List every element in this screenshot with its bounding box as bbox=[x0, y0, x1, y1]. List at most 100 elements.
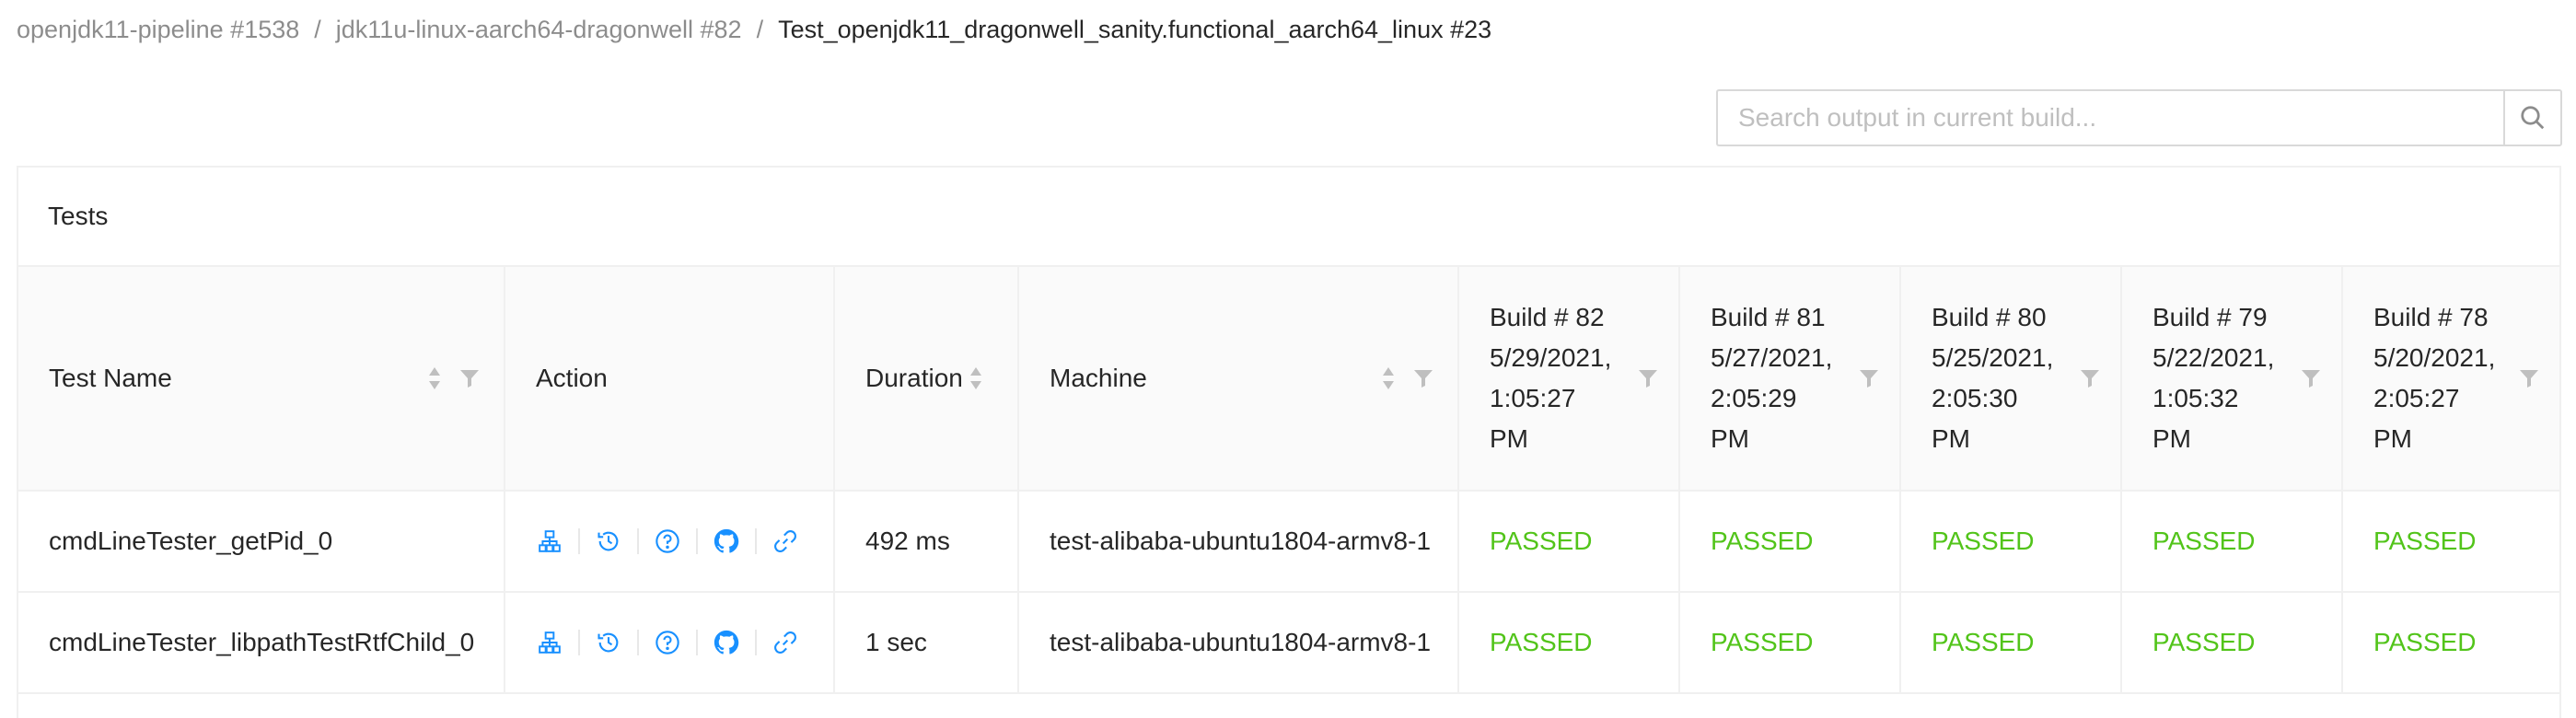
divider bbox=[637, 528, 639, 554]
filter-icon[interactable] bbox=[1412, 367, 1434, 389]
build-time: 2:05:30 bbox=[1932, 384, 2018, 412]
sort-icon[interactable] bbox=[1381, 365, 1396, 391]
divider bbox=[755, 630, 757, 655]
tests-card: Tests Test Name Action Duration Machine … bbox=[17, 166, 2561, 718]
breadcrumb-separator: / bbox=[314, 16, 321, 43]
build-time: 2:05:27 bbox=[2373, 384, 2460, 412]
breadcrumb: openjdk11-pipeline #1538 / jdk11u-linux-aa… bbox=[17, 13, 1491, 46]
result-status[interactable]: PASSED bbox=[1681, 628, 1898, 657]
duration-cell: 492 ms bbox=[865, 527, 950, 555]
breadcrumb-pipeline-link[interactable]: openjdk11-pipeline #1538 bbox=[17, 16, 299, 43]
build-number: Build # 80 bbox=[1932, 303, 2047, 331]
column-header-build-80: Build # 80 5/25/2021, 2:05:30 PM bbox=[1899, 267, 2121, 492]
column-title: Test Name bbox=[49, 364, 172, 392]
filter-icon[interactable] bbox=[458, 367, 481, 389]
filter-icon[interactable] bbox=[1637, 367, 1659, 389]
column-header-machine: Machine bbox=[1017, 267, 1458, 492]
sort-icon[interactable] bbox=[969, 365, 983, 391]
column-header-build-82: Build # 82 5/29/2021, 1:05:27 PM bbox=[1457, 267, 1679, 492]
divider bbox=[637, 630, 639, 655]
filter-icon[interactable] bbox=[2518, 367, 2540, 389]
breadcrumb-build-link[interactable]: jdk11u-linux-aarch64-dragonwell #82 bbox=[336, 16, 742, 43]
duration-cell: 1 sec bbox=[865, 628, 927, 656]
column-header-action: Action bbox=[504, 267, 834, 492]
build-number: Build # 82 bbox=[1490, 303, 1605, 331]
breadcrumb-current: Test_openjdk11_dragonwell_sanity.functio… bbox=[778, 16, 1492, 43]
result-status[interactable]: PASSED bbox=[1902, 628, 2119, 657]
divider bbox=[578, 528, 580, 554]
column-title: Duration bbox=[865, 364, 963, 392]
divider bbox=[696, 630, 698, 655]
build-date: 5/25/2021, bbox=[1932, 343, 2054, 372]
filter-icon[interactable] bbox=[2079, 367, 2101, 389]
divider bbox=[578, 630, 580, 655]
column-title: Machine bbox=[1050, 364, 1147, 392]
history-icon[interactable] bbox=[593, 526, 624, 557]
build-number: Build # 81 bbox=[1711, 303, 1826, 331]
test-name-cell: cmdLineTester_libpathTestRtfChild_0 bbox=[49, 628, 475, 656]
search-icon bbox=[2521, 106, 2545, 130]
github-icon[interactable] bbox=[711, 627, 742, 658]
result-status[interactable]: PASSED bbox=[2344, 527, 2559, 556]
breadcrumb-separator: / bbox=[756, 16, 764, 43]
tree-icon[interactable] bbox=[534, 526, 565, 557]
search-input[interactable] bbox=[1716, 89, 2503, 146]
column-header-duration: Duration bbox=[833, 267, 1018, 492]
link-icon[interactable] bbox=[770, 627, 801, 658]
result-status[interactable]: PASSED bbox=[2123, 527, 2340, 556]
tests-table: Test Name Action Duration Machine Build … bbox=[18, 267, 2559, 694]
column-header-build-78: Build # 78 5/20/2021, 2:05:27 PM bbox=[2341, 267, 2559, 492]
build-date: 5/20/2021, bbox=[2373, 343, 2496, 372]
column-header-build-81: Build # 81 5/27/2021, 2:05:29 PM bbox=[1678, 267, 1900, 492]
result-status[interactable]: PASSED bbox=[1460, 527, 1677, 556]
build-number: Build # 78 bbox=[2373, 303, 2489, 331]
result-status[interactable]: PASSED bbox=[2123, 628, 2340, 657]
result-status[interactable]: PASSED bbox=[2344, 628, 2559, 657]
result-status[interactable]: PASSED bbox=[1681, 527, 1898, 556]
build-ampm: PM bbox=[2373, 424, 2412, 453]
table-header-row: Test Name Action Duration Machine Build … bbox=[18, 267, 2559, 492]
github-icon[interactable] bbox=[711, 526, 742, 557]
card-title: Tests bbox=[18, 168, 2559, 267]
column-header-test-name: Test Name bbox=[18, 267, 505, 492]
build-info: Build # 78 5/20/2021, 2:05:27 PM bbox=[2373, 297, 2495, 459]
build-date: 5/29/2021, bbox=[1490, 343, 1612, 372]
build-ampm: PM bbox=[1711, 424, 1749, 453]
build-ampm: PM bbox=[1490, 424, 1528, 453]
history-icon[interactable] bbox=[593, 627, 624, 658]
table-row: cmdLineTester_libpathTestRtfChild_0 1 se… bbox=[18, 592, 2559, 694]
machine-cell: test-alibaba-ubuntu1804-armv8-1 bbox=[1050, 628, 1432, 656]
build-time: 2:05:29 bbox=[1711, 384, 1797, 412]
table-row: cmdLineTester_getPid_0 492 ms test-aliba… bbox=[18, 491, 2559, 593]
sort-icon[interactable] bbox=[427, 365, 442, 391]
result-status[interactable]: PASSED bbox=[1460, 628, 1677, 657]
build-ampm: PM bbox=[2152, 424, 2191, 453]
divider bbox=[755, 528, 757, 554]
result-status[interactable]: PASSED bbox=[1902, 527, 2119, 556]
search-button[interactable] bbox=[2503, 89, 2562, 146]
machine-cell: test-alibaba-ubuntu1804-armv8-1 bbox=[1050, 527, 1432, 555]
action-icons bbox=[506, 627, 832, 658]
build-number: Build # 79 bbox=[2152, 303, 2268, 331]
action-icons bbox=[506, 526, 832, 557]
build-date: 5/27/2021, bbox=[1711, 343, 1833, 372]
question-icon[interactable] bbox=[652, 627, 683, 658]
build-info: Build # 81 5/27/2021, 2:05:29 PM bbox=[1711, 297, 1832, 459]
search-bar bbox=[1716, 89, 2562, 146]
question-icon[interactable] bbox=[652, 526, 683, 557]
build-info: Build # 82 5/29/2021, 1:05:27 PM bbox=[1490, 297, 1611, 459]
filter-icon[interactable] bbox=[1858, 367, 1880, 389]
link-icon[interactable] bbox=[770, 526, 801, 557]
filter-icon[interactable] bbox=[2300, 367, 2322, 389]
build-time: 1:05:27 bbox=[1490, 384, 1576, 412]
tree-icon[interactable] bbox=[534, 627, 565, 658]
build-date: 5/22/2021, bbox=[2152, 343, 2275, 372]
build-time: 1:05:32 bbox=[2152, 384, 2239, 412]
build-info: Build # 79 5/22/2021, 1:05:32 PM bbox=[2152, 297, 2274, 459]
divider bbox=[696, 528, 698, 554]
column-header-build-79: Build # 79 5/22/2021, 1:05:32 PM bbox=[2120, 267, 2342, 492]
test-name-cell: cmdLineTester_getPid_0 bbox=[49, 527, 333, 555]
build-info: Build # 80 5/25/2021, 2:05:30 PM bbox=[1932, 297, 2053, 459]
column-title: Action bbox=[536, 364, 608, 392]
build-ampm: PM bbox=[1932, 424, 1970, 453]
